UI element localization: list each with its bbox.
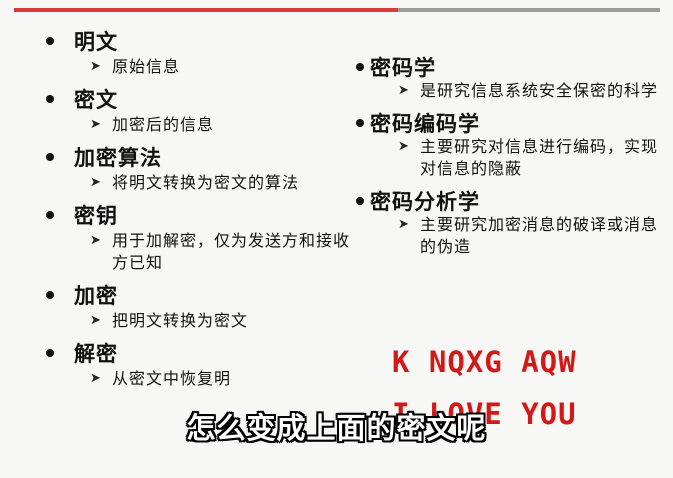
right-term-list: 密码学 ➤ 是研究信息系统安全保密的科学 密码编码学 ➤ 主要研究对信息进行编码，实… [356,46,666,258]
term-description: 主要研究加密消息的破译或消息的伪造 [420,215,659,256]
term-item: 密文 ➤ 加密后的信息 [46,84,366,136]
chevron-right-icon: ➤ [90,59,101,74]
chevron-right-icon: ➤ [90,117,101,132]
term-label: 密码学 [370,56,436,80]
term-description: 把明文转换为密文 [112,311,249,330]
bullet-icon [356,197,364,205]
term-item: 密钥 ➤ 用于加解密，仅为发送方和接收方已知 [46,200,366,274]
term-description: 原始信息 [112,57,181,76]
term-description: 主要研究对信息进行编码，实现对信息的隐蔽 [420,137,659,178]
bullet-icon [46,291,54,299]
bullet-icon [46,211,54,219]
term-description: 加密后的信息 [112,115,215,134]
term-label: 解密 [74,342,118,366]
term-description: 将明文转换为密文的算法 [112,173,300,192]
term-label: 密码编码学 [370,112,480,136]
term-label: 加密 [74,284,118,308]
term-description: 是研究信息系统安全保密的科学 [420,81,659,100]
bullet-icon [46,349,54,357]
slide: 明文 ➤ 原始信息 密文 ➤ 加密后的信息 加密算法 ➤ 将明文转换为密文的算法 密钥… [0,0,673,478]
bullet-icon [356,63,364,71]
chevron-right-icon: ➤ [398,139,409,154]
title-underline-gray [398,8,660,12]
bullet-icon [46,37,54,45]
term-item: 密码学 ➤ 是研究信息系统安全保密的科学 [356,54,666,102]
chevron-right-icon: ➤ [398,217,409,232]
left-term-list: 明文 ➤ 原始信息 密文 ➤ 加密后的信息 加密算法 ➤ 将明文转换为密文的算法 密钥… [46,20,366,392]
term-description: 从密文中恢复明 [112,369,232,388]
video-caption: 怎么变成上面的密文呢 [186,411,487,445]
chevron-right-icon: ➤ [90,371,101,386]
term-item: 加密算法 ➤ 将明文转换为密文的算法 [46,142,366,194]
chevron-right-icon: ➤ [90,313,101,328]
ciphertext-line: K NQXG AQW [392,345,577,379]
bullet-icon [356,119,364,127]
bullet-icon [46,95,54,103]
chevron-right-icon: ➤ [90,233,101,248]
term-label: 明文 [74,30,118,54]
term-description: 用于加解密，仅为发送方和接收方已知 [112,231,351,272]
bullet-icon [46,153,54,161]
chevron-right-icon: ➤ [398,83,409,98]
term-item: 明文 ➤ 原始信息 [46,26,366,78]
term-item: 加密 ➤ 把明文转换为密文 [46,280,366,332]
title-underline-red [14,8,398,12]
term-item: 密码编码学 ➤ 主要研究对信息进行编码，实现对信息的隐蔽 [356,110,666,180]
term-label: 加密算法 [74,146,162,170]
chevron-right-icon: ➤ [90,175,101,190]
term-label: 密码分析学 [370,190,480,214]
term-label: 密钥 [74,204,118,228]
term-label: 密文 [74,88,118,112]
term-item: 解密 ➤ 从密文中恢复明 [46,338,366,390]
term-item: 密码分析学 ➤ 主要研究加密消息的破译或消息的伪造 [356,188,666,258]
